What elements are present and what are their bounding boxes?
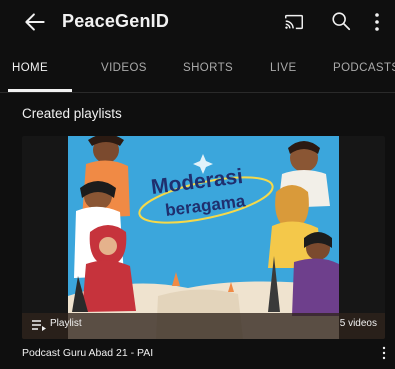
playlist-thumbnail[interactable]: Moderasi beragama Playlist 5 videos	[22, 136, 385, 339]
video-count: 5 videos	[339, 318, 377, 329]
more-vert-icon[interactable]	[368, 11, 386, 33]
tab-home[interactable]: HOME	[12, 62, 48, 74]
search-icon[interactable]	[330, 10, 352, 32]
active-tab-indicator	[8, 89, 72, 92]
tab-videos[interactable]: VIDEOS	[101, 62, 147, 74]
playlist-title[interactable]: Podcast Guru Abad 21 - PAI	[22, 347, 153, 359]
playlist-badge-label: Playlist	[50, 318, 82, 329]
playlist-icon	[32, 320, 46, 331]
channel-tabs: HOME VIDEOS SHORTS LIVE PODCASTS	[0, 52, 395, 93]
app-header: PeaceGenID	[0, 0, 395, 46]
tab-live[interactable]: LIVE	[270, 62, 297, 74]
channel-name: PeaceGenID	[62, 11, 170, 31]
tab-podcasts[interactable]: PODCASTS	[333, 62, 395, 74]
cast-icon[interactable]	[283, 11, 305, 33]
tab-shorts[interactable]: SHORTS	[183, 62, 233, 74]
back-arrow-icon[interactable]	[22, 9, 48, 35]
thumbnail-illustration: Moderasi beragama	[68, 136, 339, 339]
section-title: Created playlists	[22, 106, 122, 121]
playlist-more-icon[interactable]	[381, 346, 387, 360]
